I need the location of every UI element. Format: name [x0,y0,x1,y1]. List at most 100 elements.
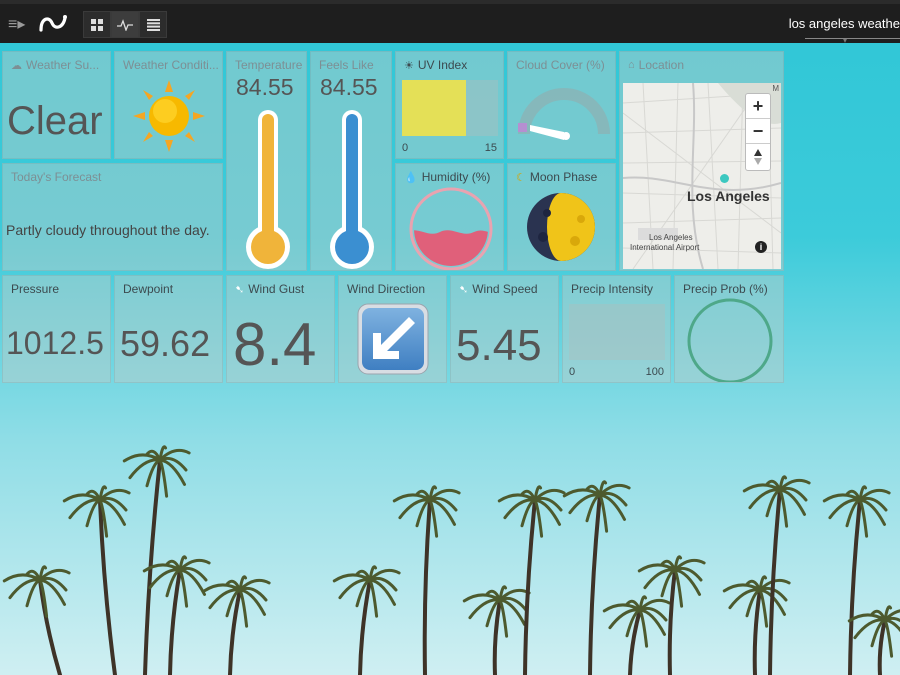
palm-frond [883,618,894,658]
tile-title: Weather Su... [26,58,100,72]
airport-label-line1: Los Angeles [649,233,693,242]
location-tile[interactable]: ⌂ Location + − M Los Angeles Los Angeles… [619,51,784,271]
uv-index-tile[interactable]: ☀ UV Index 0 15 [395,51,504,159]
palm-trunk [98,498,117,675]
palm-trunk [492,598,502,675]
precip-intensity-bar-track [569,304,665,360]
tile-title: Location [638,58,685,72]
tile-title: Feels Like [319,58,374,72]
precip-prob-tile[interactable]: Precip Prob (%) [674,275,784,383]
map-city-label: Los Angeles [687,188,770,204]
uv-max-label: 15 [484,142,497,154]
wind-speed-value: 5.45 [456,321,542,370]
precip-intensity-max-label: 100 [645,366,664,378]
palm-trunk [752,588,762,675]
map-zoom-controls: + − [745,93,771,171]
weather-summary-value: Clear [7,99,103,143]
tile-title: Cloud Cover (%) [516,58,605,72]
thermometer-gauge [330,110,374,269]
palm-trunk [588,493,602,675]
tile-title: Wind Speed [472,282,538,296]
temperature-value: 84.55 [236,74,294,100]
sun-icon [133,80,205,152]
compass-button[interactable] [746,144,770,170]
feels-like-tile[interactable]: Feels Like 84.55 [310,51,392,271]
feels-like-value: 84.55 [320,74,378,100]
palm-frond [498,598,509,638]
cloud-icon: ☁ [11,59,22,72]
palm-frond [238,588,249,628]
wind-gust-value: 8.4 [233,311,317,378]
palm-frond [758,588,769,628]
weather-condition-tile[interactable]: Weather Conditi... [114,51,223,159]
pressure-value: 1012.5 [6,325,104,361]
palm-frond [85,498,102,528]
palm-frond [673,568,684,608]
palm-frond [778,488,789,528]
humidity-tile[interactable]: 💧 Humidity (%) [395,163,504,271]
map-view[interactable]: + − M Los Angeles Los Angeles Internatio… [623,83,781,269]
tile-title: Pressure [11,282,60,296]
palm-trunk [523,498,537,675]
forecast-text: Partly cloudy throughout the day. [6,222,210,238]
tile-title: Humidity (%) [421,170,491,184]
palm-trunk [667,568,677,675]
wind-icon: ➷ [235,283,245,296]
palm-trunk [768,488,782,675]
palm-trunk [422,498,432,675]
moon-phase-tile[interactable]: ☾ Moon Phase [507,163,616,271]
weather-summary-tile[interactable]: ☁ Weather Su... Clear [2,51,111,159]
precip-prob-gauge [687,298,773,382]
droplet-icon: 💧 [404,171,418,184]
cloud-cover-tile[interactable]: Cloud Cover (%) [507,51,616,159]
info-icon: i [759,242,763,252]
zoom-in-button[interactable]: + [746,94,770,119]
palm-frond [638,608,649,648]
crescent-icon: ☾ [516,171,526,184]
zoom-out-button[interactable]: − [746,119,770,144]
uv-bar-fill [402,80,466,136]
airport-label-line2: International Airport [630,243,700,252]
cloud-cover-gauge [518,88,610,140]
palm-frond [533,498,544,538]
palm-frond [178,568,189,608]
precip-intensity-min-label: 0 [569,366,576,378]
dewpoint-tile[interactable]: Dewpoint 59.62 [114,275,223,383]
humidity-gauge [409,187,493,270]
map-info-button[interactable]: i [755,241,767,253]
wind-speed-tile[interactable]: ➷ Wind Speed 5.45 [450,275,559,383]
palm-trunk [848,498,862,675]
palm-frond [368,578,379,618]
dewpoint-value: 59.62 [120,323,211,364]
uv-min-label: 0 [402,142,409,154]
location-marker[interactable] [720,174,729,183]
palm-frond [598,493,609,533]
compass-icon [754,149,762,165]
palm-frond [25,578,42,608]
palm-trunk [877,618,887,675]
precip-intensity-tile[interactable]: Precip Intensity 0 100 [562,275,671,383]
palm-frond [428,498,439,538]
wind-gust-tile[interactable]: ➷ Wind Gust 8.4 [226,275,335,383]
tile-title: UV Index [417,58,468,72]
map-corner-label: M [772,84,779,93]
wind-icon: ➷ [459,283,469,296]
tile-title: Weather Conditi... [123,58,219,72]
todays-forecast-tile[interactable]: Today's Forecast Partly cloudy throughou… [2,163,223,271]
palm-frond [858,498,869,538]
tile-title: Wind Gust [248,282,305,296]
tile-title: Today's Forecast [11,170,102,184]
sun-small-icon: ☀ [404,59,414,72]
moon-icon [527,193,595,261]
palm-frond [158,458,169,498]
pressure-tile[interactable]: Pressure 1012.5 [2,275,111,383]
arrow-down-left-icon [357,303,429,375]
temperature-tile[interactable]: Temperature 84.55 [226,51,307,271]
thermometer-gauge [246,110,290,269]
tile-title: Precip Intensity [571,282,654,296]
tile-title: Wind Direction [347,282,426,296]
wind-direction-tile[interactable]: Wind Direction [338,275,447,383]
tile-title: Temperature [235,58,303,72]
tile-title: Dewpoint [123,282,174,296]
home-icon: ⌂ [628,59,635,71]
